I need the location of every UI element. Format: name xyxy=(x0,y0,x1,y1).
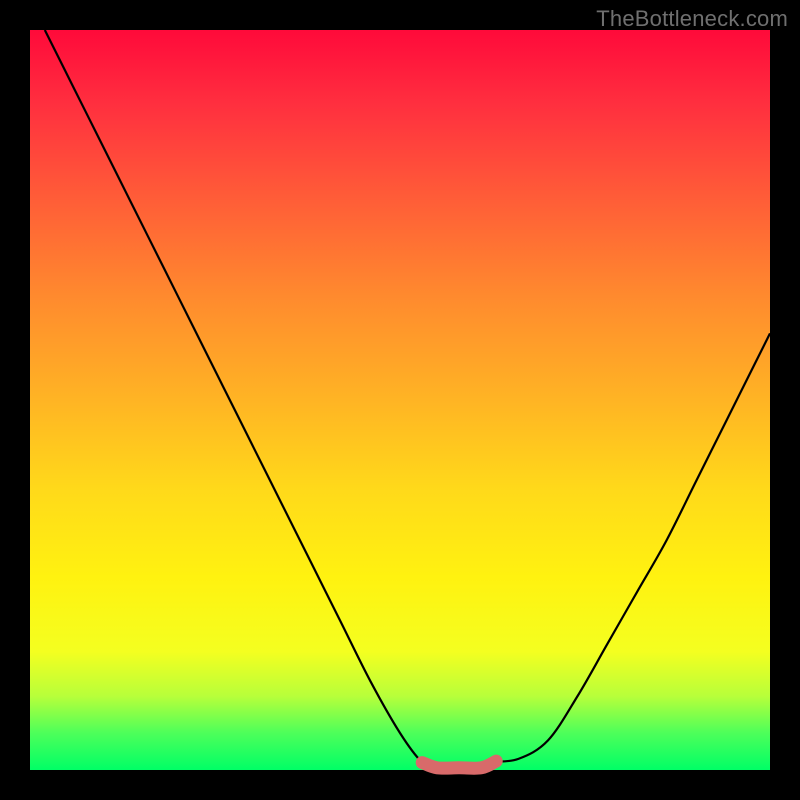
flat-bottom-marker xyxy=(422,761,496,768)
watermark-text: TheBottleneck.com xyxy=(596,6,788,32)
chart-svg xyxy=(30,30,770,770)
plot-area xyxy=(30,30,770,770)
chart-frame: TheBottleneck.com xyxy=(0,0,800,800)
bottleneck-curve xyxy=(45,30,770,771)
